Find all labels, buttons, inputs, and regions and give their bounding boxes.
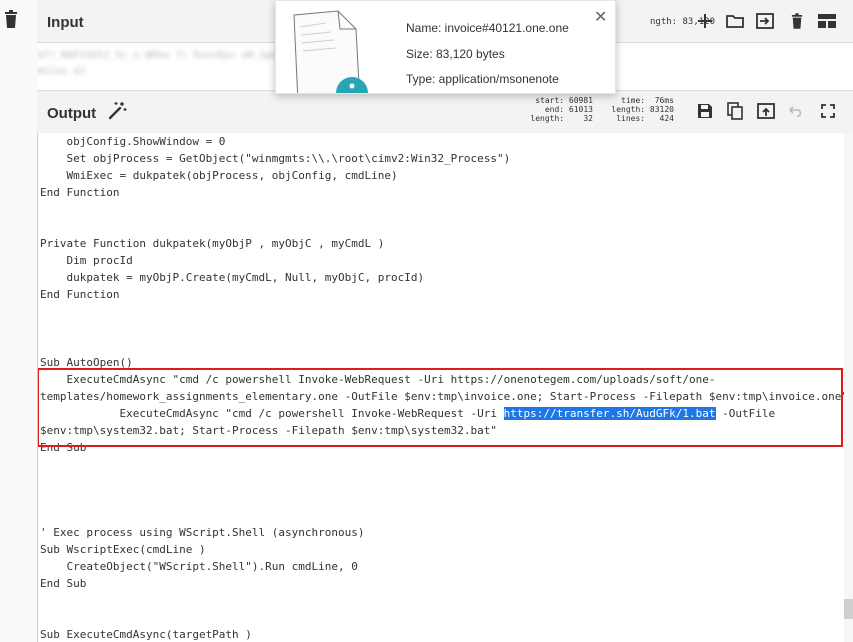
layout-icon[interactable] xyxy=(816,10,838,32)
file-info-popup: Name: invoice#40121.one.one Size: 83,120… xyxy=(275,0,616,94)
maximize-icon[interactable] xyxy=(817,100,839,122)
selection-stats: start: 60981 end: 61013 length: 32 xyxy=(530,96,593,123)
undo-icon[interactable] xyxy=(786,100,808,122)
input-title: Input xyxy=(47,14,84,31)
output-area[interactable]: objConfig.ShowWindow = 0 Set objProcess … xyxy=(37,133,845,642)
trash-icon[interactable] xyxy=(4,10,18,28)
close-icon[interactable]: ✕ xyxy=(594,7,607,27)
output-code: objConfig.ShowWindow = 0 Set objProcess … xyxy=(40,135,845,641)
file-icon xyxy=(293,10,368,93)
import-icon[interactable] xyxy=(754,10,776,32)
scrollbar-thumb[interactable] xyxy=(844,599,853,619)
trash-icon[interactable] xyxy=(786,10,808,32)
selected-url[interactable]: https://transfer.sh/AudGFk/1.bat xyxy=(503,407,716,420)
output-scrollbar[interactable] xyxy=(844,133,853,642)
output-title: Output xyxy=(47,105,97,122)
left-gutter xyxy=(0,0,38,642)
replace-input-icon[interactable] xyxy=(755,100,777,122)
plus-icon[interactable] xyxy=(694,10,716,32)
output-pane-header: Output start: 60981 end: 61013 length: 3… xyxy=(37,90,853,134)
file-size: Size: 83,120 bytes xyxy=(406,47,505,61)
save-icon[interactable] xyxy=(694,100,716,122)
copy-icon[interactable] xyxy=(724,100,746,122)
file-name: Name: invoice#40121.one.one xyxy=(406,21,569,35)
file-type: Type: application/msonenote xyxy=(406,72,559,86)
magic-wand-icon[interactable] xyxy=(107,101,127,121)
folder-icon[interactable] xyxy=(724,10,746,32)
output-stats: time: 76ms length: 83120 lines: 424 xyxy=(611,96,674,123)
